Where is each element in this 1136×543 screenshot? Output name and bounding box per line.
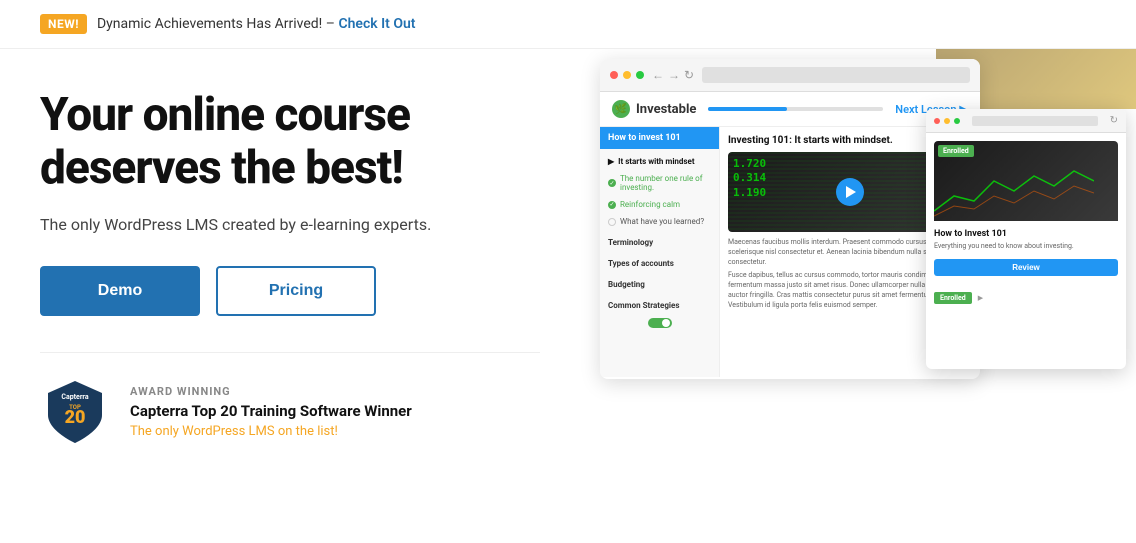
play-button[interactable] xyxy=(836,178,864,206)
lms-section-strategies[interactable]: Common Strategies xyxy=(600,297,719,314)
right-panel: ← → ↻ 🌿 Investable Next Lesson ▶ xyxy=(580,49,1136,540)
dot-sm-green xyxy=(954,118,960,124)
enrolled-extra: ▶ xyxy=(978,294,983,302)
play-icon xyxy=(846,186,856,198)
browser-bar: ← → ↻ xyxy=(600,59,980,92)
lms-progress-bar xyxy=(708,107,883,111)
dot-red xyxy=(610,71,618,79)
enrolled-badge: Enrolled xyxy=(938,145,974,157)
main-content: Your online course deserves the best! Th… xyxy=(0,49,1136,540)
award-section: Capterra TOP 20 AWARD WINNING Capterra T… xyxy=(40,377,540,447)
lms-sidebar-course-title: How to invest 101 xyxy=(600,127,719,149)
checkmark-1: ✓ xyxy=(608,179,616,187)
dot-yellow xyxy=(623,71,631,79)
announcement-bar: NEW! Dynamic Achievements Has Arrived! –… xyxy=(0,0,1136,49)
button-group: Demo Pricing xyxy=(40,266,540,316)
svg-text:Capterra: Capterra xyxy=(61,393,88,401)
lms-logo-icon: 🌿 xyxy=(612,100,630,118)
lms-sidebar-item-3[interactable]: What have you learned? xyxy=(600,213,719,230)
dot-green xyxy=(636,71,644,79)
award-subtitle: The only WordPress LMS on the list! xyxy=(130,424,412,439)
demo-button[interactable]: Demo xyxy=(40,266,200,316)
pricing-button[interactable]: Pricing xyxy=(216,266,376,316)
address-bar-2 xyxy=(972,116,1098,126)
checkmark-2: ✓ xyxy=(608,201,616,209)
ticker-numbers: 1.7200.3141.190 xyxy=(733,157,766,200)
browser-content-2: Enrolled How to Invest 101 Everything yo… xyxy=(926,133,1126,312)
circle-empty-1 xyxy=(608,218,616,226)
award-text-block: AWARD WINNING Capterra Top 20 Training S… xyxy=(130,385,412,439)
award-title: Capterra Top 20 Training Software Winner xyxy=(130,402,412,420)
new-badge: NEW! xyxy=(40,14,87,34)
course-card-desc-2: Everything you need to know about invest… xyxy=(934,242,1118,251)
left-panel: Your online course deserves the best! Th… xyxy=(0,49,580,540)
review-button[interactable]: Review xyxy=(934,259,1118,276)
lms-section-terminology[interactable]: Terminology xyxy=(600,234,719,251)
course-card-image-2: Enrolled xyxy=(934,141,1118,221)
hero-subtitle: The only WordPress LMS created by e-lear… xyxy=(40,215,540,234)
course-card-title-2: How to Invest 101 xyxy=(934,229,1118,239)
lms-sidebar-item-active[interactable]: ▶ It starts with mindset xyxy=(600,153,719,170)
hero-title: Your online course deserves the best! xyxy=(40,89,540,195)
lms-sidebar: How to invest 101 ▶ It starts with minds… xyxy=(600,127,720,377)
dot-sm-red xyxy=(934,118,940,124)
lms-sidebar-item-1[interactable]: ✓ The number one rule of investing. xyxy=(600,170,719,196)
divider xyxy=(40,352,540,353)
svg-text:20: 20 xyxy=(65,407,86,428)
lms-sidebar-items: ▶ It starts with mindset ✓ The number on… xyxy=(600,149,719,336)
capterra-badge: Capterra TOP 20 xyxy=(40,377,110,447)
announcement-text: Dynamic Achievements Has Arrived! – Chec… xyxy=(97,16,416,32)
award-label: AWARD WINNING xyxy=(130,385,412,398)
browser-mockup-secondary: ↻ Enrolled How to Invest 101 Everythin xyxy=(926,109,1126,369)
refresh-icon-2[interactable]: ↻ xyxy=(1110,115,1118,126)
lms-header: 🌿 Investable Next Lesson ▶ xyxy=(600,92,980,127)
browser-nav: ← → ↻ xyxy=(652,68,694,82)
lms-toggle[interactable] xyxy=(648,318,672,328)
browser-address-bar xyxy=(702,67,970,83)
lms-logo-name: Investable xyxy=(636,102,696,117)
announcement-link[interactable]: Check It Out xyxy=(338,16,415,32)
lms-section-budgeting[interactable]: Budgeting xyxy=(600,276,719,293)
dot-sm-yellow xyxy=(944,118,950,124)
browser-dots-2 xyxy=(934,118,960,124)
lms-logo: 🌿 Investable xyxy=(612,100,696,118)
lms-progress-fill xyxy=(708,107,787,111)
course-card-2: Enrolled How to Invest 101 Everything yo… xyxy=(934,141,1118,284)
browser-bar-2: ↻ xyxy=(926,109,1126,133)
lms-sidebar-item-2[interactable]: ✓ Reinforcing calm xyxy=(600,196,719,213)
browser-dots xyxy=(610,71,644,79)
lms-body: How to invest 101 ▶ It starts with minds… xyxy=(600,127,980,377)
lms-section-accounts[interactable]: Types of accounts xyxy=(600,255,719,272)
enrolled-section: Enrolled ▶ xyxy=(934,292,1118,304)
enrolled-badge-bottom: Enrolled xyxy=(934,292,972,304)
course-card-body-2: How to Invest 101 Everything you need to… xyxy=(934,221,1118,284)
browser-mockup-main: ← → ↻ 🌿 Investable Next Lesson ▶ xyxy=(600,59,980,379)
